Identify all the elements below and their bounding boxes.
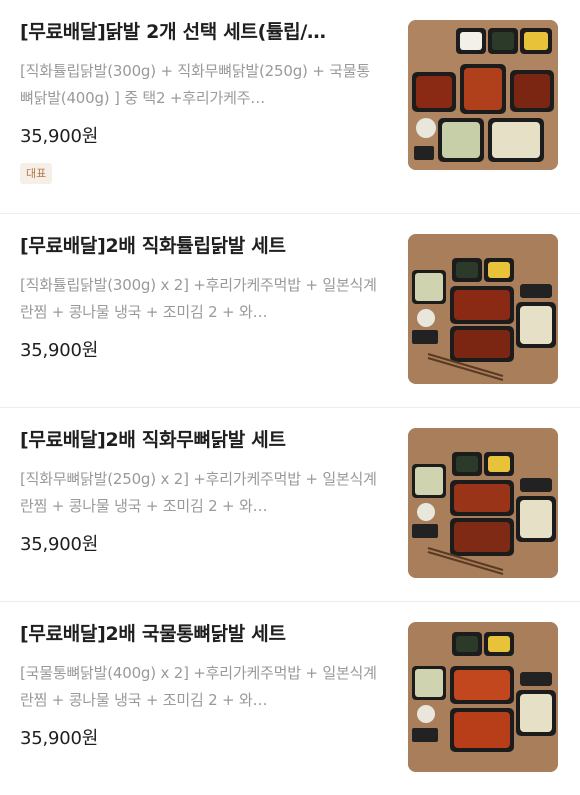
menu-item-title: [무료배달]닭발 2개 선택 세트(튤립/… xyxy=(20,21,326,43)
menu-item-description: [국물통뼈닭발(400g) x 2] +후리가케주먹밥 + 일본식계란찜 + 콩… xyxy=(20,664,377,709)
menu-item[interactable]: [무료배달]2배 직화무뼈닭발 세트 [직화무뼈닭발(250g) x 2] +후… xyxy=(0,408,580,602)
menu-item-description: [직화튤립닭발(300g) x 2] +후리가케주먹밥 + 일본식계란찜 + 콩… xyxy=(20,276,377,321)
menu-item-text: [무료배달]2배 직화튤립닭발 세트 [직화튤립닭발(300g) x 2] +후… xyxy=(20,234,380,363)
menu-item-text: [무료배달]닭발 2개 선택 세트(튤립/… [직화튤립닭발(300g) + 직… xyxy=(20,20,380,184)
food-photo-icon[interactable] xyxy=(408,20,558,170)
menu-item-price: 35,900원 xyxy=(20,340,99,361)
food-photo-icon[interactable] xyxy=(408,234,558,384)
menu-item-title: [무료배달]2배 직화튤립닭발 세트 xyxy=(20,235,286,257)
menu-item[interactable]: [무료배달]2배 국물통뼈닭발 세트 [국물통뼈닭발(400g) x 2] +후… xyxy=(0,602,580,795)
food-photo-icon[interactable] xyxy=(408,622,558,772)
menu-item-text: [무료배달]2배 직화무뼈닭발 세트 [직화무뼈닭발(250g) x 2] +후… xyxy=(20,428,380,557)
menu-list: [무료배달]닭발 2개 선택 세트(튤립/… [직화튤립닭발(300g) + 직… xyxy=(0,0,580,795)
menu-item[interactable]: [무료배달]2배 직화튤립닭발 세트 [직화튤립닭발(300g) x 2] +후… xyxy=(0,214,580,408)
menu-item[interactable]: [무료배달]닭발 2개 선택 세트(튤립/… [직화튤립닭발(300g) + 직… xyxy=(0,0,580,214)
menu-item-price: 35,900원 xyxy=(20,126,99,147)
representative-badge: 대표 xyxy=(20,163,53,184)
menu-item-price: 35,900원 xyxy=(20,728,99,749)
food-photo-icon[interactable] xyxy=(408,428,558,578)
menu-item-title: [무료배달]2배 국물통뼈닭발 세트 xyxy=(20,623,286,645)
menu-item-price: 35,900원 xyxy=(20,534,99,555)
menu-item-description: [직화튤립닭발(300g) + 직화무뼈닭발(250g) + 국물통뼈닭발(40… xyxy=(20,62,370,107)
menu-item-text: [무료배달]2배 국물통뼈닭발 세트 [국물통뼈닭발(400g) x 2] +후… xyxy=(20,622,380,751)
menu-item-title: [무료배달]2배 직화무뼈닭발 세트 xyxy=(20,429,286,451)
menu-item-description: [직화무뼈닭발(250g) x 2] +후리가케주먹밥 + 일본식계란찜 + 콩… xyxy=(20,470,377,515)
